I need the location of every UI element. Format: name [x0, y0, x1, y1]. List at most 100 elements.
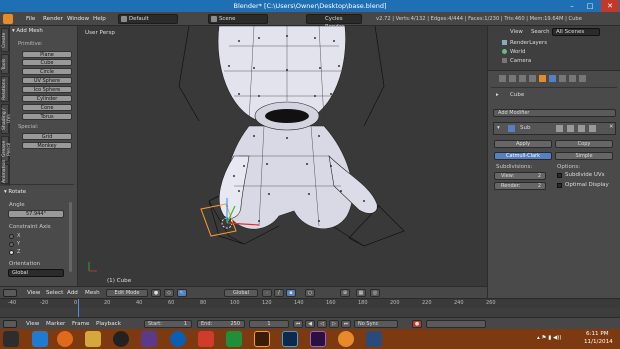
- axis-x-checkbox[interactable]: [9, 234, 14, 239]
- editor-type-icon[interactable]: [3, 320, 17, 328]
- outliner-search-menu[interactable]: Search: [531, 29, 550, 35]
- file-explorer-icon[interactable]: [85, 331, 101, 347]
- outliner-view-menu[interactable]: View: [510, 29, 523, 35]
- remove-modifier-icon[interactable]: ✕: [609, 124, 614, 130]
- world-tab-icon[interactable]: [529, 75, 536, 82]
- prev-key-icon[interactable]: ◀: [305, 320, 315, 328]
- add-modifier-dropdown[interactable]: Add Modifier: [493, 109, 616, 117]
- add-grid-button[interactable]: Grid: [22, 133, 72, 140]
- add-ico-sphere-button[interactable]: Ico Sphere: [22, 86, 72, 93]
- sync-dropdown[interactable]: No Sync: [354, 320, 398, 328]
- layers-icon[interactable]: ▦: [356, 289, 366, 297]
- photos-icon[interactable]: [141, 331, 157, 347]
- media-icon[interactable]: [113, 331, 129, 347]
- layout-selector[interactable]: Default: [118, 14, 178, 24]
- render-preview-icon[interactable]: ◎: [370, 289, 380, 297]
- menu-help[interactable]: Help: [93, 14, 106, 24]
- play-reverse-icon[interactable]: ◁: [317, 320, 327, 328]
- orientation-dropdown[interactable]: Global: [8, 269, 64, 277]
- playhead[interactable]: [78, 299, 79, 318]
- auto-key-icon[interactable]: ●: [412, 320, 422, 328]
- start-frame-field[interactable]: Start: 1: [144, 320, 192, 328]
- illustrator-icon[interactable]: [254, 331, 270, 347]
- toolshelf-scrollbar[interactable]: [69, 202, 72, 272]
- render-levels-field[interactable]: Render: 2: [494, 182, 546, 190]
- jump-start-icon[interactable]: ⏮: [293, 320, 303, 328]
- play-icon[interactable]: ▷: [329, 320, 339, 328]
- tab-create[interactable]: Create: [1, 28, 9, 52]
- menu-frame[interactable]: Frame: [72, 319, 89, 329]
- add-torus-button[interactable]: Torus: [22, 113, 72, 120]
- manipulator-icon[interactable]: ↖: [177, 289, 187, 297]
- ie-icon[interactable]: [32, 331, 48, 347]
- pin-icon[interactable]: ▸: [496, 92, 499, 98]
- menu-add[interactable]: Add: [67, 288, 78, 298]
- menu-select[interactable]: Select: [46, 288, 63, 298]
- add-cube-button[interactable]: Cube: [22, 59, 72, 66]
- shading-icon[interactable]: ●: [151, 289, 161, 297]
- tab-shading-uvs[interactable]: Shading / UVs: [1, 104, 12, 134]
- maximize-icon[interactable]: □: [581, 0, 599, 12]
- optimal-display-checkbox[interactable]: [557, 183, 562, 188]
- after-effects-icon[interactable]: [310, 331, 326, 347]
- clock-time[interactable]: 6:11 PM: [586, 331, 609, 337]
- menu-render[interactable]: Render: [43, 14, 63, 24]
- render-toggle-icon[interactable]: [567, 125, 574, 132]
- menu-file[interactable]: File: [26, 14, 35, 24]
- menu-mesh[interactable]: Mesh: [85, 288, 100, 298]
- editmode-toggle-icon[interactable]: [578, 125, 585, 132]
- tab-tools[interactable]: Tools: [1, 54, 9, 74]
- catmull-clark-button[interactable]: Catmull-Clark: [494, 152, 552, 160]
- render-engine-dropdown[interactable]: Cycles Render: [306, 14, 362, 30]
- frame-ruler[interactable]: -40 -20 0 20 40 60 80 100 120 140 160 18…: [0, 299, 620, 308]
- end-frame-field[interactable]: End: 250: [197, 320, 245, 328]
- add-mesh-panel-header[interactable]: ▾ Add Mesh: [12, 27, 75, 36]
- firefox-icon[interactable]: [57, 331, 73, 347]
- mode-dropdown[interactable]: Edit Mode: [106, 289, 148, 297]
- 3d-viewport[interactable]: User Persp (1) Cube: [79, 26, 487, 286]
- cage-toggle-icon[interactable]: [589, 125, 596, 132]
- add-monkey-button[interactable]: Monkey: [22, 142, 72, 149]
- axis-z-checkbox[interactable]: [9, 250, 14, 255]
- close-icon[interactable]: ✕: [601, 0, 619, 12]
- face-select-icon[interactable]: ▪: [286, 289, 296, 297]
- copy-button[interactable]: Copy: [555, 140, 613, 148]
- outliner-item-renderlayers[interactable]: RenderLayers: [510, 40, 547, 46]
- current-frame-field[interactable]: 1: [249, 320, 289, 328]
- edge-select-icon[interactable]: /: [274, 289, 284, 297]
- menu-playback[interactable]: Playback: [96, 319, 121, 329]
- vertex-select-icon[interactable]: ·: [262, 289, 272, 297]
- timeline[interactable]: -40 -20 0 20 40 60 80 100 120 140 160 18…: [0, 298, 620, 329]
- add-plane-button[interactable]: Plane: [22, 51, 72, 58]
- add-cone-button[interactable]: Cone: [22, 104, 72, 111]
- clock-date[interactable]: 11/1/2014: [584, 339, 613, 345]
- minimize-icon[interactable]: –: [563, 0, 581, 12]
- excel-icon[interactable]: [226, 331, 242, 347]
- subdivide-uvs-checkbox[interactable]: [557, 173, 562, 178]
- modifier-tab-icon[interactable]: [549, 75, 556, 82]
- pivot-icon[interactable]: ◇: [164, 289, 174, 297]
- data-tab-icon[interactable]: [559, 75, 566, 82]
- menu-view[interactable]: View: [27, 288, 40, 298]
- add-uv-sphere-button[interactable]: UV Sphere: [22, 77, 72, 84]
- transform-orientation-dropdown[interactable]: Global: [224, 289, 258, 297]
- tab-animation[interactable]: Animation: [1, 160, 9, 184]
- tray-icons[interactable]: ▴ ⚑ ▮ ◀)): [537, 335, 561, 341]
- blender-icon[interactable]: [338, 331, 354, 347]
- jump-end-icon[interactable]: ⏭: [341, 320, 351, 328]
- photoshop-icon[interactable]: [282, 331, 298, 347]
- modifier-name[interactable]: Sub: [520, 125, 530, 131]
- outliner-item-world[interactable]: World: [510, 49, 525, 55]
- app-icon[interactable]: [366, 331, 382, 347]
- modifier-header[interactable]: ▾ Sub ✕: [493, 122, 616, 135]
- render-tab-icon[interactable]: [499, 75, 506, 82]
- simple-button[interactable]: Simple: [555, 152, 613, 160]
- axis-y-checkbox[interactable]: [9, 242, 14, 247]
- angle-field[interactable]: 57.944°: [8, 210, 64, 218]
- outliner-item-camera[interactable]: Camera: [510, 58, 531, 64]
- add-circle-button[interactable]: Circle: [22, 68, 72, 75]
- proportional-edit-icon[interactable]: ○: [305, 289, 315, 297]
- apply-button[interactable]: Apply: [494, 140, 552, 148]
- view-levels-field[interactable]: View: 2: [494, 172, 546, 180]
- keying-set-field[interactable]: [426, 320, 486, 328]
